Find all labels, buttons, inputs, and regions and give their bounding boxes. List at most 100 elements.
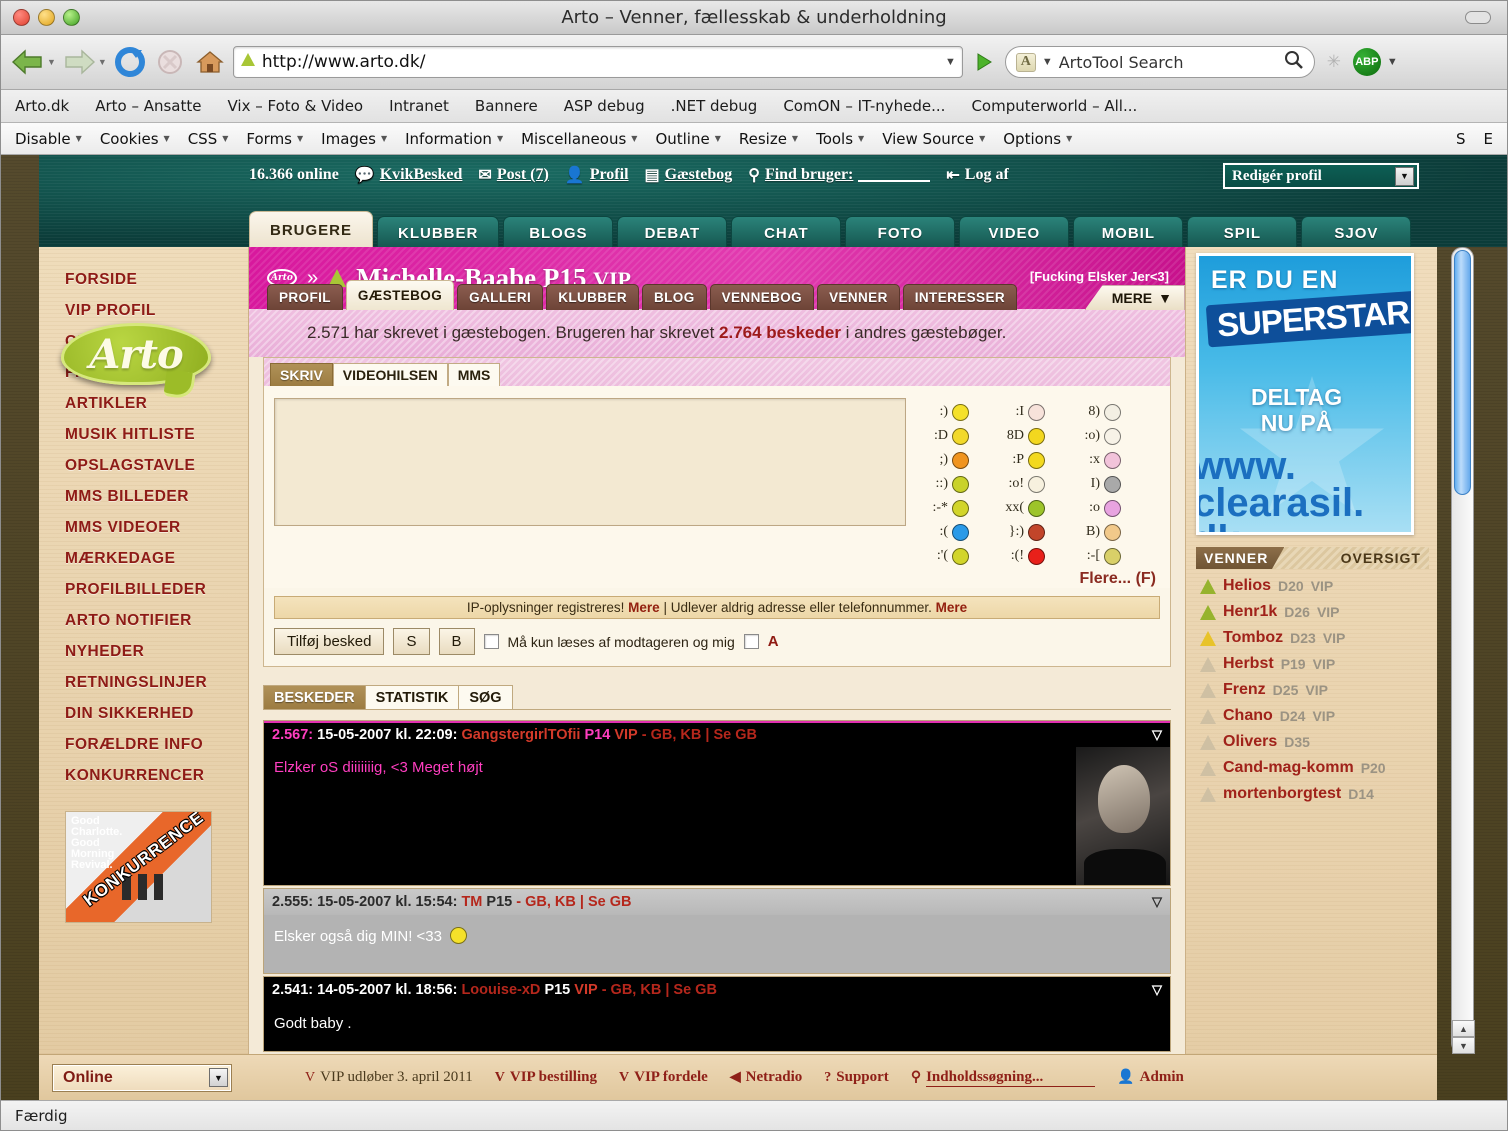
sidebar-item-profilbilleder[interactable]: PROFILBILLEDER: [65, 581, 248, 599]
clearasil-ad[interactable]: ER DU EN SUPERSTAR DELTAG NU PÅ www. clear…: [1196, 253, 1414, 535]
find-user-input[interactable]: [858, 168, 931, 182]
tab-venner[interactable]: VENNER: [817, 284, 900, 310]
chevron-down-icon[interactable]: ▼: [209, 1068, 228, 1087]
url-dropdown-icon[interactable]: ▼: [945, 56, 956, 68]
message-author[interactable]: GangstergirlTOfii: [461, 727, 580, 743]
devbar-item-images[interactable]: Images ▼: [321, 130, 387, 148]
adblock-plus-button[interactable]: ABP: [1352, 48, 1381, 76]
tab-interesser[interactable]: INTERESSER: [902, 284, 1018, 310]
bold-b-button[interactable]: B: [438, 628, 475, 655]
list-item[interactable]: Olivers D35: [1196, 733, 1429, 751]
bookmark-item[interactable]: Computerworld – All...: [971, 97, 1137, 115]
search-engine-dropdown-icon[interactable]: ▼: [1042, 56, 1053, 68]
collapse-icon[interactable]: ▽: [1152, 727, 1162, 743]
edit-profile-select[interactable]: Redigér profil ▼: [1223, 163, 1419, 189]
devbar-item-outline[interactable]: Outline ▼: [655, 130, 720, 148]
search-bar[interactable]: A ▼ ArtoTool Search: [1004, 46, 1315, 78]
search-input[interactable]: ArtoTool Search: [1059, 53, 1278, 72]
smiley-item[interactable]: :o!: [992, 475, 1068, 493]
list-item[interactable]: Frenz D25 VIP: [1196, 681, 1429, 699]
tab-skriv[interactable]: SKRIV: [270, 363, 333, 386]
footer-link-label[interactable]: VIP fordele: [634, 1069, 708, 1086]
smiley-item[interactable]: :P: [992, 451, 1068, 469]
friend-name[interactable]: Olivers: [1223, 733, 1277, 751]
message-links[interactable]: - GB, KB | Se GB: [602, 982, 717, 998]
smiley-item[interactable]: ;): [916, 451, 992, 469]
smiley-item[interactable]: }:): [992, 523, 1068, 541]
tab-blog[interactable]: BLOG: [642, 284, 707, 310]
smiley-item[interactable]: :(!: [992, 547, 1068, 565]
bookmark-item[interactable]: .NET debug: [671, 97, 758, 115]
tab-debat[interactable]: DEBAT: [617, 216, 728, 249]
scrollbar-thumb[interactable]: [1454, 250, 1471, 495]
back-dropdown-icon[interactable]: ▼: [47, 57, 56, 67]
tab-sjov[interactable]: SJOV: [1301, 216, 1412, 249]
online-status-select[interactable]: Online ▼: [52, 1063, 232, 1092]
topnav-label[interactable]: Find bruger:: [765, 166, 853, 184]
tab-profil[interactable]: PROFIL: [267, 284, 343, 310]
chevron-down-icon[interactable]: ▼: [1395, 166, 1414, 186]
submit-message-button[interactable]: Tilføj besked: [274, 628, 385, 655]
footer-netradio[interactable]: ◀ Netradio: [730, 1069, 802, 1086]
topnav-label[interactable]: KvikBesked: [380, 166, 463, 184]
friends-overview-link[interactable]: OVERSIGT: [1284, 550, 1429, 566]
ip-more-link-1[interactable]: Mere: [628, 600, 660, 615]
bookmark-item[interactable]: Bannere: [475, 97, 538, 115]
smiley-item[interactable]: :o): [1068, 427, 1144, 445]
home-button[interactable]: [193, 46, 227, 78]
smiley-item[interactable]: :'(: [916, 547, 992, 565]
tab-blogs[interactable]: BLOGS: [503, 216, 614, 249]
tab-statistik[interactable]: STATISTIK: [364, 685, 460, 709]
bookmark-item[interactable]: Arto – Ansatte: [95, 97, 201, 115]
sidebar-item-arto-notifier[interactable]: ARTO NOTIFIER: [65, 612, 248, 630]
bookmark-item[interactable]: ASP debug: [564, 97, 645, 115]
friend-name[interactable]: Helios: [1223, 577, 1271, 595]
devbar-item-tools[interactable]: Tools ▼: [816, 130, 864, 148]
tab-brugere[interactable]: BRUGERE: [249, 211, 374, 249]
sidebar-item-nyheder[interactable]: NYHEDER: [65, 643, 248, 661]
adblock-dropdown-icon[interactable]: ▼: [1387, 56, 1398, 68]
message-textarea[interactable]: [274, 398, 906, 526]
scrollbar-arrows[interactable]: ▲ ▼: [1452, 1020, 1475, 1054]
devbar-item-information[interactable]: Information ▼: [405, 130, 503, 148]
devbar-item-resize[interactable]: Resize ▼: [739, 130, 798, 148]
smiley-item[interactable]: :-*: [916, 499, 992, 517]
smiley-item[interactable]: :o: [1068, 499, 1144, 517]
bookmark-item[interactable]: Intranet: [389, 97, 449, 115]
sidebar-item-vip-profil[interactable]: VIP PROFIL: [65, 302, 248, 320]
smiley-item[interactable]: 8): [1068, 403, 1144, 421]
topnav-log-af[interactable]: ⇤ Log af: [946, 165, 1008, 185]
search-icon[interactable]: [1284, 50, 1304, 75]
topnav-label[interactable]: Profil: [590, 166, 629, 184]
smiley-item[interactable]: 8D: [992, 427, 1068, 445]
bookmark-item[interactable]: Vix – Foto & Video: [228, 97, 364, 115]
list-item[interactable]: Herbst P19 VIP: [1196, 655, 1429, 673]
sidebar-item-forside[interactable]: FORSIDE: [65, 271, 248, 289]
url-text[interactable]: http://www.arto.dk/: [262, 52, 939, 72]
page-scrollbar[interactable]: ▲ ▼: [1451, 247, 1475, 1054]
smiley-item[interactable]: :-[: [1068, 547, 1144, 565]
smiley-item[interactable]: :D: [916, 427, 992, 445]
smiley-item[interactable]: I): [1068, 475, 1144, 493]
footer-indholdssoegning[interactable]: ⚲ Indholdssøgning...: [911, 1069, 1096, 1087]
topnav-find-bruger[interactable]: ⚲ Find bruger:: [748, 165, 931, 185]
sidebar-item-konkurrencer[interactable]: KONKURRENCER: [65, 767, 248, 785]
friend-name[interactable]: Chano: [1223, 707, 1273, 725]
smiley-item[interactable]: ::): [916, 475, 992, 493]
scroll-down-icon[interactable]: ▼: [1452, 1037, 1475, 1054]
tab-klubber[interactable]: KLUBBER: [546, 284, 639, 310]
toolbar-toggle-button[interactable]: [1465, 11, 1491, 24]
go-button[interactable]: [969, 47, 999, 77]
tab-vennebog[interactable]: VENNEBOG: [709, 284, 815, 310]
tab-galleri[interactable]: GALLERI: [457, 284, 544, 310]
smiley-item[interactable]: :x: [1068, 451, 1144, 469]
sidebar-item-mms-videoer[interactable]: MMS VIDEOER: [65, 519, 248, 537]
list-item[interactable]: Tomboz D23 VIP: [1196, 629, 1429, 647]
topnav-kvikbesked[interactable]: 💬 KvikBesked: [355, 165, 463, 185]
collapse-icon[interactable]: ▽: [1152, 982, 1162, 998]
back-button[interactable]: ▼: [11, 47, 56, 77]
tab-spil[interactable]: SPIL: [1187, 216, 1298, 249]
message-links[interactable]: - GB, KB | Se GB: [642, 727, 757, 743]
friend-name[interactable]: mortenborgtest: [1223, 785, 1341, 803]
footer-link-label[interactable]: VIP bestilling: [510, 1069, 597, 1086]
